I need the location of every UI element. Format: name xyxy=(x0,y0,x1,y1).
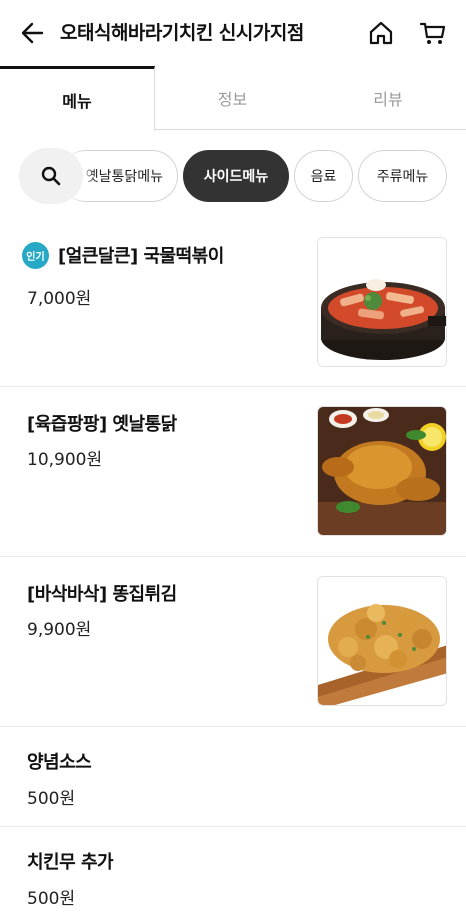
menu-item-price: 500원 xyxy=(27,789,76,809)
menu-item-price: 500원 xyxy=(27,889,76,909)
chip-side-menu[interactable]: 사이드메뉴 xyxy=(183,150,289,202)
menu-item[interactable]: 치킨무 추가 500원 xyxy=(0,828,466,919)
menu-item-name: [얼큰달큰] 국물떡볶이 xyxy=(58,246,224,267)
chip-drinks[interactable]: 음료 xyxy=(294,150,353,202)
tteokbokki-image xyxy=(317,237,447,367)
menu-item-price: 7,000원 xyxy=(27,289,92,309)
store-tabs: 메뉴 정보 리뷰 xyxy=(0,66,466,131)
menu-item[interactable]: [육즙팡팡] 옛날통닭 10,900원 xyxy=(0,388,466,557)
menu-item-name: 치킨무 추가 xyxy=(27,852,114,873)
home-button[interactable] xyxy=(364,16,398,50)
menu-item[interactable]: 양념소스 500원 xyxy=(0,728,466,827)
whole-chicken-image xyxy=(317,406,447,536)
chip-alcohol-menu[interactable]: 주류메뉴 xyxy=(358,150,447,202)
menu-search-button[interactable] xyxy=(19,148,83,204)
back-button[interactable] xyxy=(16,16,50,50)
top-app-bar: 오태식해바라기치킨 신시가지점 xyxy=(0,0,466,66)
tab-reviews[interactable]: 리뷰 xyxy=(310,66,466,130)
menu-item-name: [육즙팡팡] 옛날통닭 xyxy=(27,414,177,435)
tab-menu[interactable]: 메뉴 xyxy=(0,66,155,131)
arrow-left-icon xyxy=(21,22,44,44)
menu-item-name: [바삭바삭] 똥집튀김 xyxy=(27,584,177,605)
cart-button[interactable] xyxy=(416,16,450,50)
menu-item-name: 양념소스 xyxy=(27,752,92,773)
fried-gizzard-image xyxy=(317,576,447,706)
menu-item[interactable]: 인기 [얼큰달큰] 국물떡볶이 7,000원 xyxy=(0,216,466,387)
menu-item-price: 9,900원 xyxy=(27,620,92,640)
home-icon xyxy=(369,21,393,45)
store-title: 오태식해바라기치킨 신시가지점 xyxy=(60,22,304,44)
category-chips: 옛날통닭메뉴 사이드메뉴 음료 주류메뉴 xyxy=(0,148,466,204)
menu-item-price: 10,900원 xyxy=(27,450,103,470)
menu-item[interactable]: [바삭바삭] 똥집튀김 9,900원 xyxy=(0,558,466,727)
cart-icon xyxy=(419,22,446,44)
search-icon xyxy=(41,166,61,186)
popular-badge: 인기 xyxy=(22,242,49,269)
tab-info[interactable]: 정보 xyxy=(155,66,310,130)
